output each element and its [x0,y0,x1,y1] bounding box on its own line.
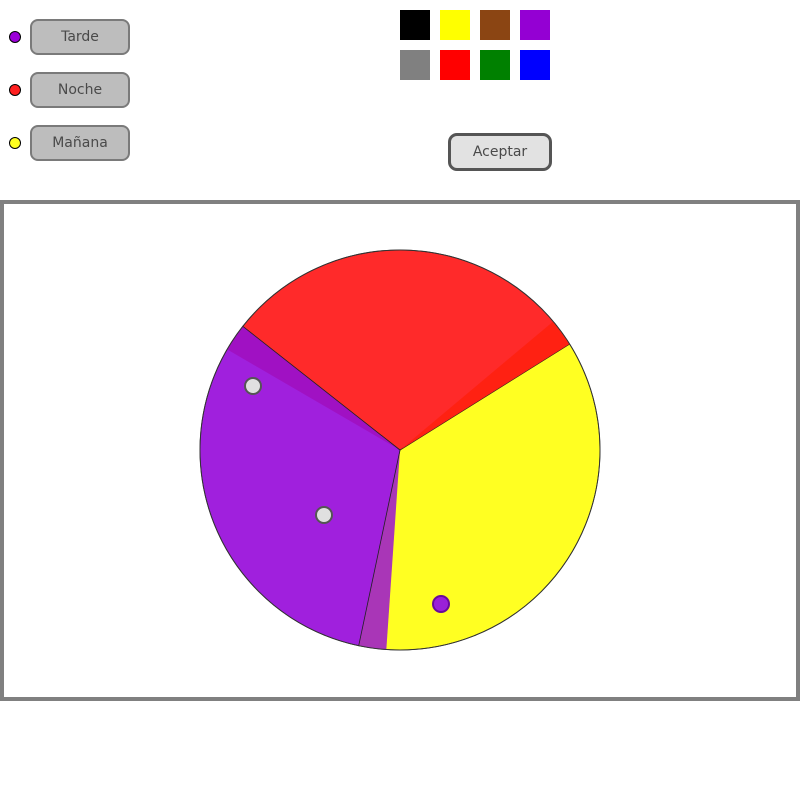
slice-handle-noche[interactable] [315,506,333,524]
tarde-color-dot [9,31,21,43]
swatch-green[interactable] [480,50,510,80]
boundary-handle[interactable] [244,377,262,395]
swatch-yellow[interactable] [440,10,470,40]
tarde-button[interactable]: Tarde [30,19,130,55]
noche-color-dot [9,84,21,96]
swatch-brown[interactable] [480,10,510,40]
accept-button[interactable]: Aceptar [448,133,552,171]
chart-panel [0,200,800,701]
swatch-blue[interactable] [520,50,550,80]
noche-button[interactable]: Noche [30,72,130,108]
pie-chart-editor: Tarde Noche Mañana Aceptar [0,0,800,805]
manana-button[interactable]: Mañana [30,125,130,161]
swatch-black[interactable] [400,10,430,40]
pie-chart [199,249,601,651]
slice-handle-tarde[interactable] [432,595,450,613]
swatch-purple[interactable] [520,10,550,40]
swatch-gray[interactable] [400,50,430,80]
swatch-red[interactable] [440,50,470,80]
manana-color-dot [9,137,21,149]
